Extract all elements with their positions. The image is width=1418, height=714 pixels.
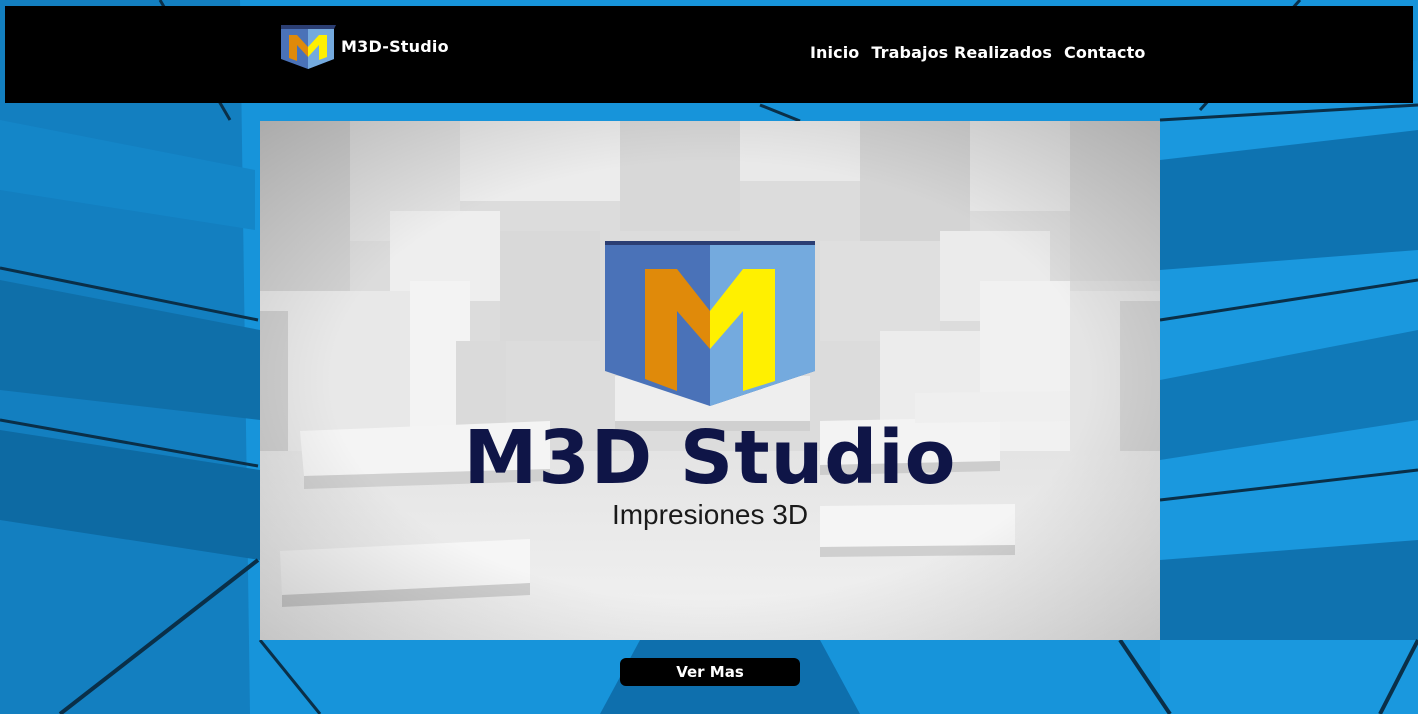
brand-name: M3D-Studio: [341, 36, 449, 56]
hero-background-blocks: [260, 121, 1160, 640]
nav-link-contacto[interactable]: Contacto: [1064, 43, 1146, 62]
ver-mas-button[interactable]: Ver Mas: [620, 658, 800, 686]
m3d-cube-logo-icon: [281, 25, 336, 69]
nav-link-trabajos-realizados[interactable]: Trabajos Realizados: [871, 43, 1052, 62]
hero-subtitle: Impresiones 3D: [611, 499, 809, 530]
hero-banner: M3D Studio Impresiones 3D: [260, 121, 1160, 640]
hero-title: M3D Studio: [463, 415, 957, 501]
main-nav: Inicio Trabajos Realizados Contacto: [810, 43, 1145, 62]
brand-link[interactable]: M3D-Studio: [281, 25, 449, 69]
top-navbar: M3D-Studio Inicio Trabajos Realizados Co…: [5, 6, 1413, 103]
m3d-cube-hero-logo-icon: [605, 241, 815, 406]
nav-link-inicio[interactable]: Inicio: [810, 43, 859, 62]
